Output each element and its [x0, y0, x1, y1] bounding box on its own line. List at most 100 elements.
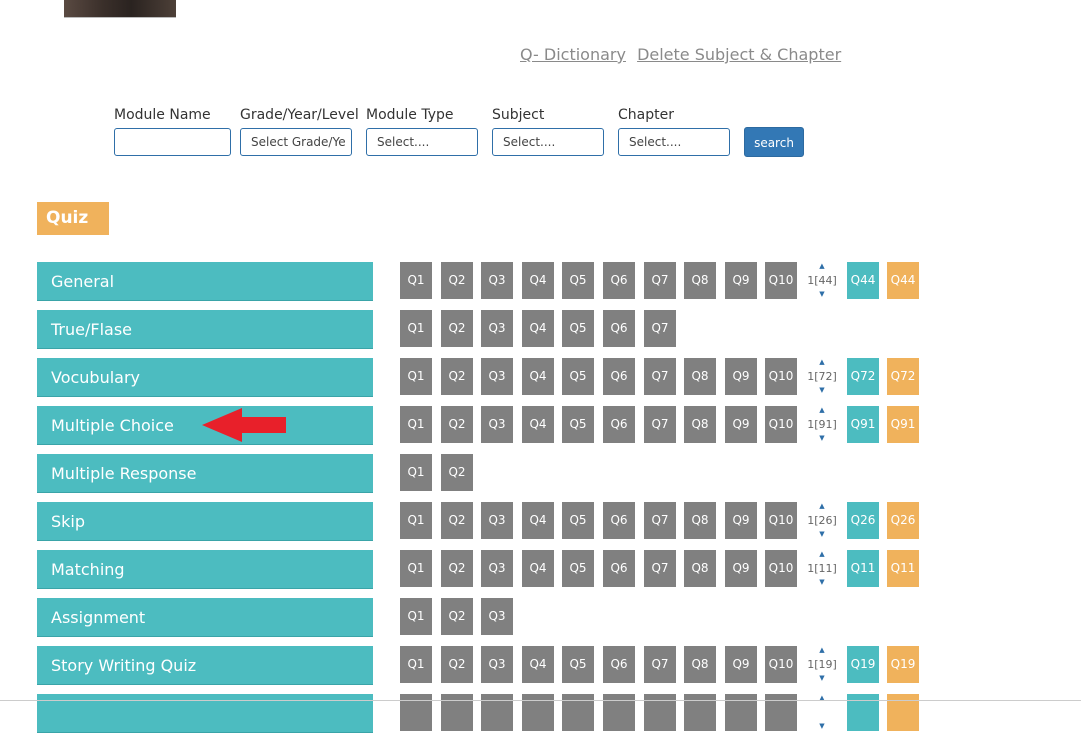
category-button[interactable]: True/Flase: [37, 310, 373, 349]
category-button[interactable]: Matching: [37, 550, 373, 589]
question-pager[interactable]: ▲ 1[26] ▼: [806, 502, 838, 539]
question-button[interactable]: Q9: [725, 550, 757, 587]
pager-down-icon[interactable]: ▼: [806, 722, 838, 731]
delete-subject-chapter-link[interactable]: Delete Subject & Chapter: [637, 45, 841, 64]
question-button[interactable]: Q7: [644, 502, 676, 539]
pager-up-icon[interactable]: ▲: [806, 646, 838, 655]
last-question-button[interactable]: Q19: [847, 646, 879, 683]
question-button[interactable]: Q2: [441, 406, 473, 443]
question-button[interactable]: Q1: [400, 598, 432, 635]
question-button[interactable]: Q9: [725, 262, 757, 299]
question-button[interactable]: Q5: [562, 358, 594, 395]
module-type-select[interactable]: Select....: [366, 128, 478, 156]
question-button[interactable]: Q6: [603, 646, 635, 683]
question-button[interactable]: Q10: [765, 262, 797, 299]
pager-down-icon[interactable]: ▼: [806, 578, 838, 587]
question-button[interactable]: Q5: [562, 310, 594, 347]
question-button[interactable]: Q4: [522, 502, 554, 539]
question-button[interactable]: Q2: [441, 598, 473, 635]
question-button[interactable]: Q6: [603, 550, 635, 587]
question-button[interactable]: Q5: [562, 262, 594, 299]
question-button[interactable]: Q10: [765, 406, 797, 443]
question-button[interactable]: Q2: [441, 358, 473, 395]
question-button[interactable]: Q2: [441, 262, 473, 299]
last-question-button[interactable]: Q26: [847, 502, 879, 539]
question-button[interactable]: Q4: [522, 262, 554, 299]
question-button[interactable]: Q9: [725, 358, 757, 395]
question-button[interactable]: Q8: [684, 406, 716, 443]
question-pager[interactable]: ▲ 1[72] ▼: [806, 358, 838, 395]
question-button[interactable]: Q4: [522, 310, 554, 347]
question-button[interactable]: Q8: [684, 646, 716, 683]
category-button[interactable]: Story Writing Quiz: [37, 646, 373, 685]
pager-down-icon[interactable]: ▼: [806, 386, 838, 395]
question-button[interactable]: Q10: [765, 502, 797, 539]
question-button[interactable]: Q8: [684, 550, 716, 587]
question-button[interactable]: Q6: [603, 406, 635, 443]
pager-up-icon[interactable]: ▲: [806, 406, 838, 415]
question-button[interactable]: Q3: [481, 502, 513, 539]
pager-up-icon[interactable]: ▲: [806, 694, 838, 703]
question-button[interactable]: Q1: [400, 550, 432, 587]
last-question-highlight-button[interactable]: Q19: [887, 646, 919, 683]
chapter-select[interactable]: Select....: [618, 128, 730, 156]
question-button[interactable]: Q3: [481, 262, 513, 299]
question-button[interactable]: Q2: [441, 646, 473, 683]
question-button[interactable]: Q5: [562, 550, 594, 587]
question-button[interactable]: Q4: [522, 550, 554, 587]
module-name-input[interactable]: [114, 128, 231, 156]
question-button[interactable]: Q2: [441, 454, 473, 491]
question-button[interactable]: Q8: [684, 358, 716, 395]
last-question-highlight-button[interactable]: Q11: [887, 550, 919, 587]
last-question-button[interactable]: Q11: [847, 550, 879, 587]
pager-down-icon[interactable]: ▼: [806, 434, 838, 443]
subject-select[interactable]: Select....: [492, 128, 604, 156]
question-button[interactable]: Q9: [725, 646, 757, 683]
question-button[interactable]: Q7: [644, 262, 676, 299]
question-button[interactable]: Q4: [522, 406, 554, 443]
pager-down-icon[interactable]: ▼: [806, 290, 838, 299]
question-button[interactable]: Q7: [644, 406, 676, 443]
question-button[interactable]: Q10: [765, 358, 797, 395]
question-button[interactable]: Q9: [725, 502, 757, 539]
question-button[interactable]: Q7: [644, 358, 676, 395]
question-button[interactable]: Q1: [400, 406, 432, 443]
question-button[interactable]: Q4: [522, 358, 554, 395]
question-button[interactable]: Q5: [562, 406, 594, 443]
question-button[interactable]: Q7: [644, 550, 676, 587]
search-button[interactable]: search: [744, 127, 804, 157]
question-button[interactable]: Q3: [481, 358, 513, 395]
question-button[interactable]: Q1: [400, 310, 432, 347]
question-pager[interactable]: ▲ 1[11] ▼: [806, 550, 838, 587]
question-button[interactable]: Q6: [603, 262, 635, 299]
pager-up-icon[interactable]: ▲: [806, 358, 838, 367]
question-button[interactable]: Q3: [481, 646, 513, 683]
last-question-highlight-button[interactable]: Q91: [887, 406, 919, 443]
question-button[interactable]: Q9: [725, 406, 757, 443]
pager-up-icon[interactable]: ▲: [806, 502, 838, 511]
question-pager[interactable]: ▲ 1[91] ▼: [806, 406, 838, 443]
question-button[interactable]: Q4: [522, 646, 554, 683]
category-button[interactable]: General: [37, 262, 373, 301]
pager-down-icon[interactable]: ▼: [806, 674, 838, 683]
question-button[interactable]: Q3: [481, 406, 513, 443]
question-button[interactable]: Q8: [684, 502, 716, 539]
q-dictionary-link[interactable]: Q- Dictionary: [520, 45, 626, 64]
question-button[interactable]: Q7: [644, 310, 676, 347]
grade-select[interactable]: Select Grade/Ye: [240, 128, 352, 156]
question-button[interactable]: Q2: [441, 310, 473, 347]
question-button[interactable]: Q2: [441, 550, 473, 587]
category-button[interactable]: Multiple Response: [37, 454, 373, 493]
category-button[interactable]: Vocubulary: [37, 358, 373, 397]
pager-down-icon[interactable]: ▼: [806, 530, 838, 539]
category-button[interactable]: Assignment: [37, 598, 373, 637]
question-button[interactable]: Q1: [400, 262, 432, 299]
question-button[interactable]: Q5: [562, 646, 594, 683]
question-button[interactable]: Q10: [765, 550, 797, 587]
last-question-highlight-button[interactable]: Q44: [887, 262, 919, 299]
question-pager[interactable]: ▲ 1[19] ▼: [806, 646, 838, 683]
question-button[interactable]: Q7: [644, 646, 676, 683]
question-pager[interactable]: ▲ 1[44] ▼: [806, 262, 838, 299]
pager-up-icon[interactable]: ▲: [806, 262, 838, 271]
question-button[interactable]: Q8: [684, 262, 716, 299]
